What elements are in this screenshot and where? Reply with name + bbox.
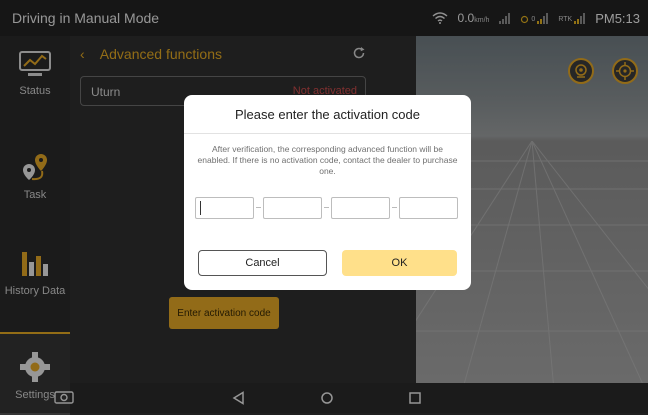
activation-code-segment-3[interactable] [331,197,390,219]
activation-code-dialog: Please enter the activation code After v… [184,95,471,290]
text-caret [200,201,201,215]
activation-code-segment-1[interactable] [195,197,254,219]
activation-code-segment-4[interactable] [399,197,458,219]
dialog-title: Please enter the activation code [234,107,420,122]
cancel-button[interactable]: Cancel [198,250,327,276]
ok-button[interactable]: OK [342,250,457,276]
segment-separator [256,207,261,208]
activation-code-segment-2[interactable] [263,197,322,219]
dialog-divider [184,133,471,134]
segment-separator [392,207,397,208]
dialog-description: After verification, the corresponding ad… [197,144,458,176]
segment-separator [324,207,329,208]
